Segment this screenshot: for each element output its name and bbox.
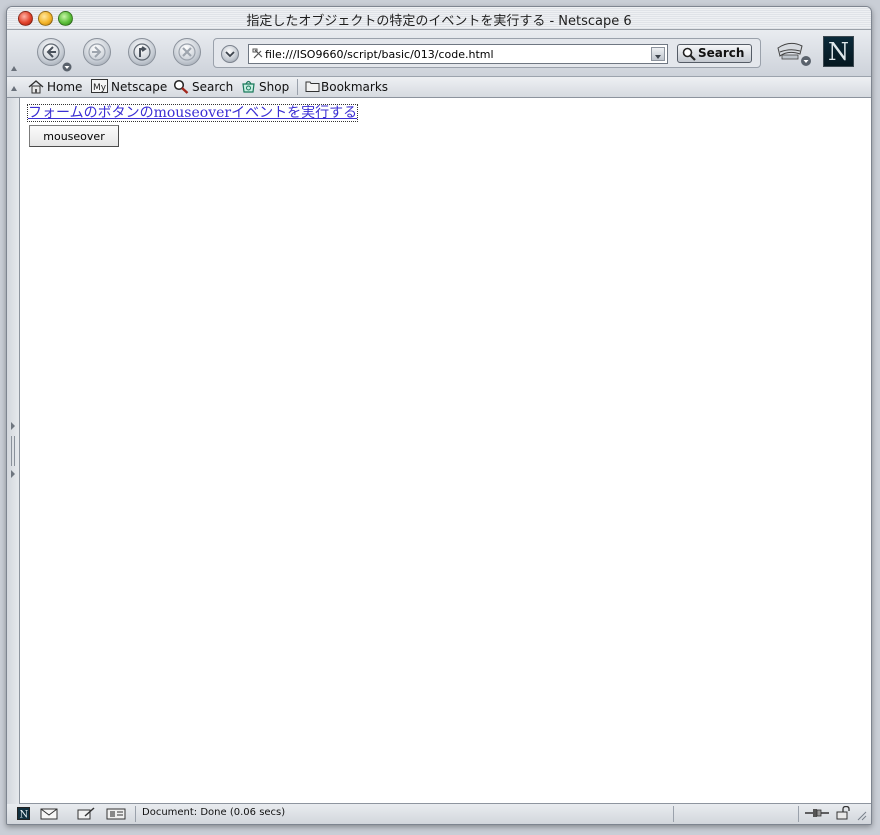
toolbar-item-label: Netscape xyxy=(111,80,168,94)
url-dropdown-button[interactable] xyxy=(651,47,665,61)
url-input[interactable] xyxy=(265,46,645,62)
back-button[interactable] xyxy=(37,38,65,66)
toolbar-collapse-icon[interactable] xyxy=(10,64,18,72)
page-content: フォームのボタンのmouseoverイベントを実行する mouseover xyxy=(20,98,871,804)
netscape-n-icon[interactable]: N xyxy=(17,807,30,820)
composer-icon[interactable] xyxy=(76,807,96,821)
sidebar-splitter[interactable] xyxy=(7,98,20,804)
toolbar-item-bookmarks[interactable]: Bookmarks xyxy=(305,79,388,95)
toolbar-item-label: Home xyxy=(47,80,83,94)
svg-text:N: N xyxy=(20,810,29,821)
page-proxy-icon[interactable] xyxy=(252,48,264,60)
toolbar-divider xyxy=(297,79,298,95)
reload-icon xyxy=(133,43,151,61)
back-arrow-icon xyxy=(42,43,60,61)
toolbar-collapse-icon[interactable] xyxy=(10,84,18,92)
toolbar-item-label: Shop xyxy=(259,80,290,94)
chevron-down-icon xyxy=(225,51,235,58)
toolbar-item-netscape[interactable]: My Netscape xyxy=(91,79,167,95)
back-history-dropdown-icon[interactable] xyxy=(62,62,72,72)
status-divider xyxy=(135,806,136,822)
search-button-label: Search xyxy=(698,46,745,60)
online-status-icon[interactable] xyxy=(804,807,830,819)
url-field[interactable] xyxy=(248,44,668,64)
stop-button[interactable] xyxy=(173,38,201,66)
security-lock-icon[interactable] xyxy=(835,806,851,820)
reload-button[interactable] xyxy=(128,38,156,66)
home-icon xyxy=(28,80,44,94)
sidebar-toggle-icon[interactable] xyxy=(10,422,17,480)
forward-arrow-icon xyxy=(88,43,106,61)
resize-grip-icon[interactable] xyxy=(855,809,867,821)
toolbar-item-label: Search xyxy=(192,80,234,94)
toolbar-item-home[interactable]: Home xyxy=(28,79,82,95)
toolbar-item-shop[interactable]: Shop xyxy=(241,79,289,95)
status-divider xyxy=(673,806,674,822)
status-bar: N Document: Done (0.06 secs) xyxy=(7,804,871,824)
svg-text:My: My xyxy=(93,83,107,93)
mouseover-button[interactable]: mouseover xyxy=(29,125,119,147)
my-netscape-icon: My xyxy=(91,79,108,93)
search-button[interactable]: Search xyxy=(677,44,752,63)
title-bar: 指定したオブジェクトの特定のイベントを実行する - Netscape 6 xyxy=(7,7,871,30)
personal-toolbar: Home My Netscape Search Shop Bookmarks xyxy=(7,77,871,98)
shop-icon xyxy=(242,80,255,93)
toolbar-item-search[interactable]: Search xyxy=(173,79,233,95)
navigation-toolbar: Search N xyxy=(7,30,871,77)
toolbar-item-label: Bookmarks xyxy=(321,80,389,94)
chevron-down-icon xyxy=(655,55,661,59)
folder-icon xyxy=(305,81,320,92)
window-title: 指定したオブジェクトの特定のイベントを実行する - Netscape 6 xyxy=(246,14,632,29)
magnifier-icon xyxy=(173,79,189,94)
url-history-button[interactable] xyxy=(221,45,239,63)
sidebar-tab-icon[interactable] xyxy=(774,38,812,68)
mail-icon[interactable] xyxy=(40,807,58,820)
forward-button[interactable] xyxy=(83,38,111,66)
stop-icon xyxy=(178,43,196,61)
status-text: Document: Done (0.06 secs) xyxy=(142,807,286,818)
address-book-icon[interactable] xyxy=(106,807,126,821)
netscape-logo[interactable]: N xyxy=(823,36,854,67)
browser-window: 指定したオブジェクトの特定のイベントを実行する - Netscape 6 fil… xyxy=(6,6,872,825)
magnifier-icon xyxy=(682,47,696,61)
url-bar-group: Search xyxy=(213,38,761,68)
status-divider xyxy=(798,806,799,822)
run-mouseover-link[interactable]: フォームのボタンのmouseoverイベントを実行する xyxy=(26,104,359,122)
